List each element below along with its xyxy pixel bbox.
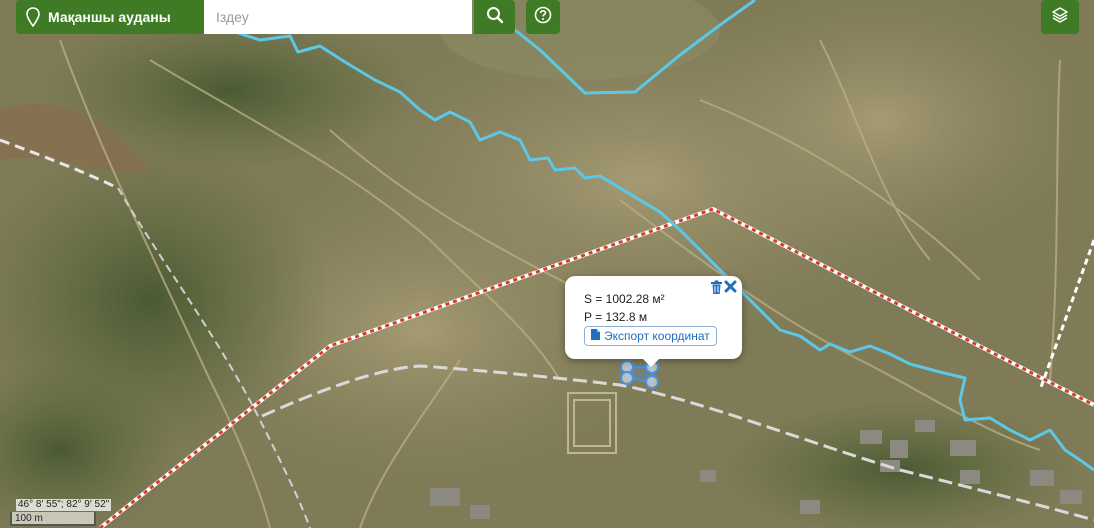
satellite-map[interactable] (0, 0, 1094, 528)
area-value: S = 1002.28 м² (584, 292, 665, 306)
search-input[interactable] (204, 0, 472, 34)
region-name: Мақаншы ауданы (48, 9, 171, 25)
cursor-coordinates: 46° 8' 55"; 82° 9' 52" (16, 499, 112, 511)
popup-pointer (642, 358, 660, 367)
search-icon (486, 6, 504, 29)
layers-icon (1051, 6, 1069, 29)
perimeter-value: P = 132.8 м (584, 310, 648, 324)
file-icon (591, 329, 600, 343)
help-button[interactable] (526, 0, 560, 34)
trash-icon[interactable] (710, 280, 723, 300)
measurement-popup: S = 1002.28 м² P = 132.8 м Экспорт коорд… (565, 276, 742, 367)
question-circle-icon (534, 6, 552, 29)
export-coordinates-button[interactable]: Экспорт координат (584, 326, 717, 346)
region-selector-button[interactable]: Мақаншы ауданы (16, 0, 204, 34)
layers-button[interactable] (1041, 0, 1079, 34)
close-icon[interactable] (724, 280, 737, 298)
map-pin-icon (26, 7, 40, 27)
search-button[interactable] (474, 0, 515, 34)
scale-bar: 100 m (10, 512, 96, 526)
export-coordinates-label: Экспорт координат (604, 329, 710, 343)
